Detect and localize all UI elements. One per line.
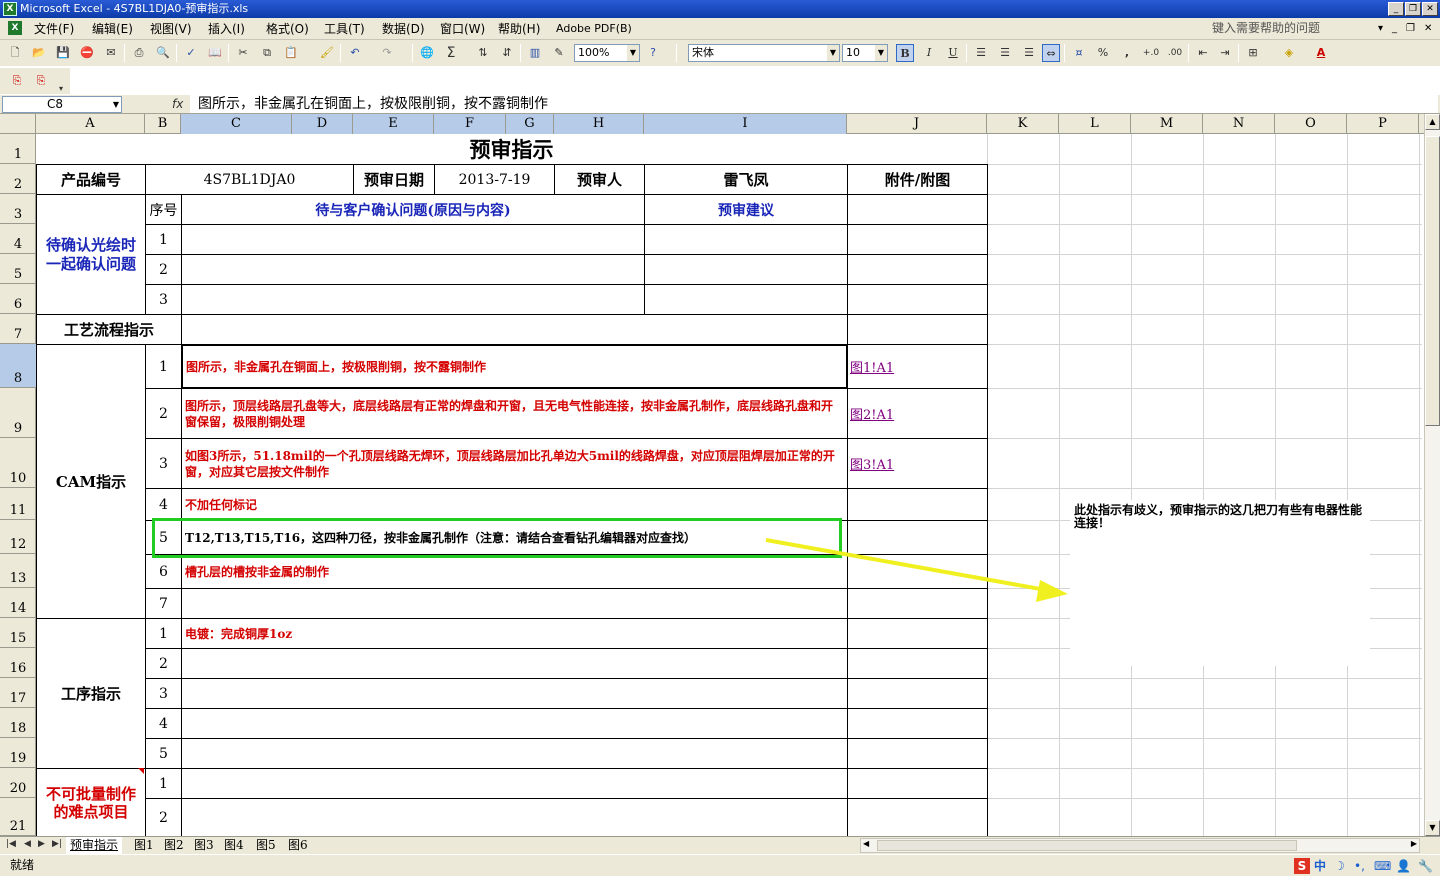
scroll-up-icon[interactable]: ▲ bbox=[1425, 114, 1440, 130]
annotation-note: 此处指示有歧义，预审指示的这几把刀有些有电器性能连接！ bbox=[1070, 500, 1370, 666]
tab-figure-6[interactable]: 图6 bbox=[284, 837, 312, 854]
punctuation-icon[interactable]: •, bbox=[1354, 858, 1365, 874]
half-width-icon[interactable]: ☽ bbox=[1334, 858, 1345, 874]
prev-sheet-icon[interactable]: ◀ bbox=[24, 839, 31, 849]
last-sheet-icon[interactable]: ▶| bbox=[52, 839, 62, 849]
ime-mode[interactable]: 中 bbox=[1314, 858, 1326, 874]
scroll-down-icon[interactable]: ▼ bbox=[1425, 820, 1440, 836]
status-ready: 就绪 bbox=[10, 858, 35, 872]
scroll-right-icon[interactable]: ▶ bbox=[1411, 839, 1417, 848]
user-icon[interactable]: 👤 bbox=[1396, 858, 1411, 874]
sheet-tab-bar: |◀ ◀ ▶ ▶| 预审指示 图1 图2 图3 图4 图5 图6 ◀ ▶ bbox=[0, 836, 1440, 854]
tab-figure-5[interactable]: 图5 bbox=[252, 837, 280, 854]
tab-figure-1[interactable]: 图1 bbox=[130, 837, 158, 854]
first-sheet-icon[interactable]: |◀ bbox=[6, 839, 16, 849]
arrow-head bbox=[1036, 580, 1068, 602]
settings-icon[interactable]: 🔧 bbox=[1418, 858, 1433, 874]
scroll-thumb[interactable] bbox=[1425, 136, 1440, 426]
annotation-arrow bbox=[765, 538, 1068, 602]
vertical-scrollbar[interactable]: ▲ ▼ bbox=[1424, 114, 1440, 836]
status-bar: 就绪 S 中 ☽ •, ⌨ 👤 🔧 bbox=[0, 854, 1440, 876]
horizontal-scrollbar[interactable]: ◀ ▶ bbox=[860, 838, 1420, 853]
tab-review[interactable]: 预审指示 bbox=[66, 837, 123, 854]
tab-figure-4[interactable]: 图4 bbox=[220, 837, 248, 854]
tab-figure-3[interactable]: 图3 bbox=[190, 837, 218, 854]
excel-window: X Microsoft Excel - 4S7BL1DJA0-预审指示.xls … bbox=[0, 0, 1440, 876]
tab-figure-2[interactable]: 图2 bbox=[160, 837, 188, 854]
scroll-left-icon[interactable]: ◀ bbox=[863, 839, 869, 848]
next-sheet-icon[interactable]: ▶ bbox=[38, 839, 45, 849]
keyboard-icon[interactable]: ⌨ bbox=[1374, 858, 1391, 874]
arrow-line bbox=[765, 538, 1047, 592]
annotation-note-text: 此处指示有歧义，预审指示的这几把刀有些有电器性能连接！ bbox=[1074, 503, 1363, 530]
hscroll-thumb[interactable] bbox=[877, 840, 1297, 851]
sogou-ime-icon[interactable]: S bbox=[1294, 858, 1310, 874]
